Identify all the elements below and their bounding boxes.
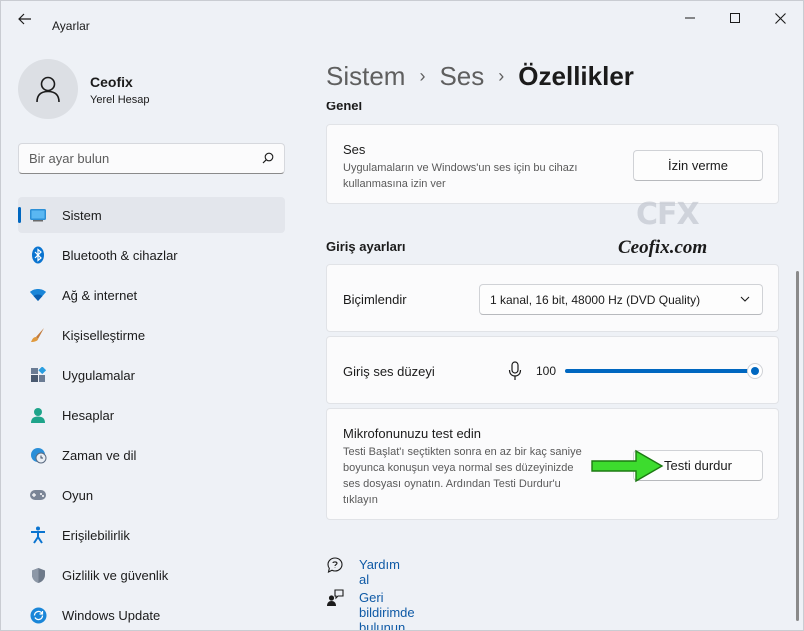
help-icon <box>327 557 343 573</box>
format-label: Biçimlendir <box>343 292 407 307</box>
app-title: Ayarlar <box>52 19 90 33</box>
card-description-line: Testi Başlat'ı seçtikten sonra en az bir… <box>343 446 582 458</box>
apps-icon <box>29 366 47 384</box>
input-volume-label: Giriş ses düzeyi <box>343 364 435 379</box>
card-description-line: boyunca konuşun veya normal ses düzeyini… <box>343 462 574 474</box>
sidebar-item-label: Hesaplar <box>62 408 115 423</box>
sidebar-item-label: Gizlilik ve güvenlik <box>62 568 169 583</box>
time-language-icon <box>29 446 47 464</box>
card-description-line: kullanmasına izin ver <box>343 178 446 190</box>
profile-account-type: Yerel Hesap <box>90 94 150 106</box>
page-title: Özellikler <box>518 61 634 91</box>
sidebar-item-label: Bluetooth & cihazlar <box>62 248 178 263</box>
format-dropdown-value: 1 kanal, 16 bit, 48000 Hz (DVD Quality) <box>490 293 701 307</box>
user-icon <box>36 76 60 103</box>
card-description-line: ses dosyası oynatın. Ardından Testi Durd… <box>343 478 561 490</box>
search-input[interactable] <box>29 151 249 166</box>
close-icon <box>774 12 786 24</box>
sidebar-item-apps[interactable]: Uygulamalar <box>18 357 285 393</box>
breadcrumb: Sistem › Ses › Özellikler <box>326 61 634 92</box>
avatar[interactable] <box>18 59 78 119</box>
annotation-arrow-icon <box>591 449 664 483</box>
windows-update-icon <box>29 606 47 624</box>
input-volume-slider-track[interactable] <box>565 369 755 373</box>
sidebar-item-label: Sistem <box>62 208 102 223</box>
brush-icon <box>29 326 47 344</box>
sidebar-item-personalization[interactable]: Kişiselleştirme <box>18 317 285 353</box>
sidebar-item-network[interactable]: Ağ & internet <box>18 277 285 313</box>
sidebar-item-label: Uygulamalar <box>62 368 135 383</box>
shield-icon <box>29 566 47 584</box>
search-box <box>18 143 285 174</box>
deny-permission-button[interactable]: İzin verme <box>633 150 763 181</box>
card-input-volume: Giriş ses düzeyi 100 <box>326 336 779 404</box>
watermark-text: Ceofix.com <box>618 237 708 258</box>
sidebar-item-accounts[interactable]: Hesaplar <box>18 397 285 433</box>
feedback-icon <box>327 589 344 606</box>
sidebar-item-gaming[interactable]: Oyun <box>18 477 285 513</box>
minimize-button[interactable] <box>667 1 713 35</box>
sidebar-item-label: Oyun <box>62 488 94 503</box>
input-volume-slider-thumb[interactable] <box>747 363 763 379</box>
gaming-icon <box>29 486 47 504</box>
maximize-button[interactable] <box>712 1 758 35</box>
chevron-down-icon <box>740 296 750 302</box>
link-label: Geri bildirimde bulunun <box>359 590 415 631</box>
system-icon <box>29 206 47 224</box>
back-button[interactable] <box>11 9 39 29</box>
chevron-right-icon: › <box>498 66 505 86</box>
link-label: Yardım al <box>359 557 400 587</box>
sidebar-item-label: Zaman ve dil <box>62 448 137 463</box>
title-bar: Ayarlar <box>1 1 803 35</box>
sidebar-item-privacy[interactable]: Gizlilik ve güvenlik <box>18 557 285 593</box>
maximize-icon <box>730 13 740 23</box>
input-volume-value: 100 <box>536 364 557 378</box>
back-arrow-icon <box>18 13 31 25</box>
wifi-icon <box>29 286 47 304</box>
active-indicator <box>18 207 21 223</box>
search-icon[interactable] <box>262 152 274 164</box>
card-mic-test: Mikrofonunuzu test edin Testi Başlat'ı s… <box>326 408 779 520</box>
sidebar-item-label: Ağ & internet <box>62 288 138 303</box>
card-description-line: Uygulamaların ve Windows'un ses için bu … <box>343 162 578 174</box>
profile-name: Ceofix <box>90 74 133 90</box>
section-title-general: Genel <box>326 102 363 113</box>
chevron-right-icon: › <box>419 66 426 86</box>
breadcrumb-item-ses[interactable]: Ses <box>439 61 484 92</box>
sidebar-item-label: Erişilebilirlik <box>62 528 130 543</box>
sidebar-item-label: Windows Update <box>62 608 161 623</box>
card-title: Ses <box>343 142 366 157</box>
sidebar-item-windows-update[interactable]: Windows Update <box>18 597 285 630</box>
microphone-icon[interactable] <box>508 361 522 381</box>
sidebar-item-time-language[interactable]: Zaman ve dil <box>18 437 285 473</box>
card-sound-permission: Ses Uygulamaların ve Windows'un ses için… <box>326 124 779 204</box>
breadcrumb-item-sistem[interactable]: Sistem <box>326 61 405 92</box>
section-title-input-settings: Giriş ayarları <box>326 239 406 254</box>
close-button[interactable] <box>757 1 803 35</box>
scrollbar[interactable] <box>796 271 799 621</box>
minimize-icon <box>685 17 695 19</box>
settings-window: Ayarlar Ceofix Yerel Hesap Sistem <box>0 0 804 631</box>
watermark-logo: CFX <box>636 197 700 232</box>
sidebar-item-accessibility[interactable]: Erişilebilirlik <box>18 517 285 553</box>
sidebar-item-sistem[interactable]: Sistem <box>18 197 285 233</box>
accessibility-icon <box>29 526 47 544</box>
bluetooth-icon <box>29 246 47 264</box>
card-format: Biçimlendir 1 kanal, 16 bit, 48000 Hz (D… <box>326 264 779 332</box>
card-description-line: tıklayın <box>343 494 378 506</box>
sidebar-item-bluetooth[interactable]: Bluetooth & cihazlar <box>18 237 285 273</box>
sidebar-item-label: Kişiselleştirme <box>62 328 146 343</box>
mic-test-title: Mikrofonunuzu test edin <box>343 426 482 441</box>
format-dropdown[interactable]: 1 kanal, 16 bit, 48000 Hz (DVD Quality) <box>479 284 763 315</box>
account-icon <box>29 406 47 424</box>
sidebar-nav: Sistem Bluetooth & cihazlar Ağ & interne… <box>18 197 285 630</box>
